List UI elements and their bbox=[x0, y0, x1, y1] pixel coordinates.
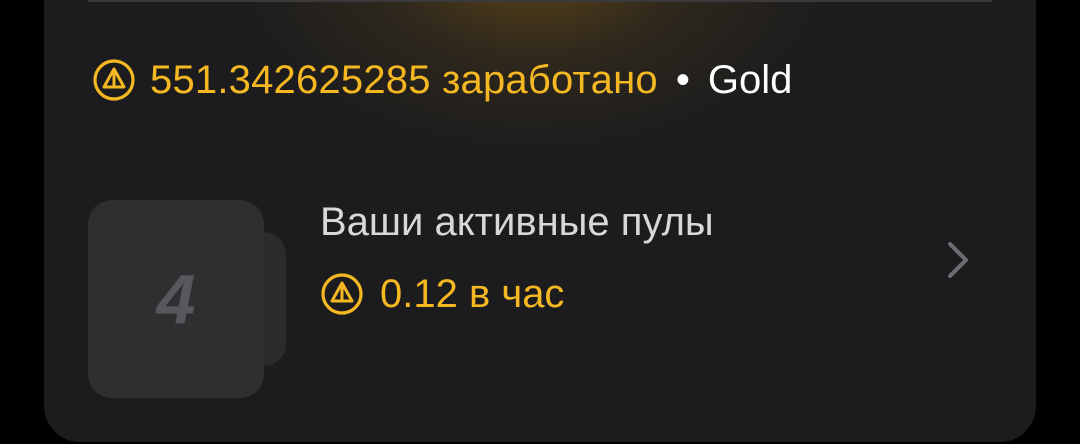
pool-count-stack: 4 bbox=[88, 200, 288, 400]
pool-count: 4 bbox=[156, 260, 196, 338]
active-pools-row[interactable]: 4 Ваши активные пулы 0.12 в час bbox=[44, 200, 1036, 400]
pool-rate: 0.12 в час bbox=[320, 270, 564, 318]
earned-summary: 551.342625285 заработано • Gold bbox=[92, 56, 792, 104]
earnings-card: 551.342625285 заработано • Gold 4 Ваши а… bbox=[44, 0, 1036, 442]
rate-amount: 0.12 bbox=[380, 271, 458, 316]
chevron-right-icon[interactable] bbox=[940, 238, 976, 282]
coin-icon bbox=[320, 272, 364, 316]
coin-icon bbox=[92, 58, 136, 102]
earned-amount: 551.342625285 bbox=[150, 57, 431, 102]
separator-dot: • bbox=[675, 57, 690, 102]
top-divider bbox=[88, 0, 992, 2]
earned-suffix: заработано bbox=[442, 57, 658, 102]
active-pools-title: Ваши активные пулы bbox=[320, 200, 714, 244]
tier-label: Gold bbox=[707, 57, 793, 102]
pool-stack-front-card: 4 bbox=[88, 200, 264, 398]
rate-suffix: в час bbox=[468, 271, 565, 316]
earned-amount-text: 551.342625285 заработано bbox=[150, 58, 658, 103]
rate-text: 0.12 в час bbox=[380, 272, 564, 317]
